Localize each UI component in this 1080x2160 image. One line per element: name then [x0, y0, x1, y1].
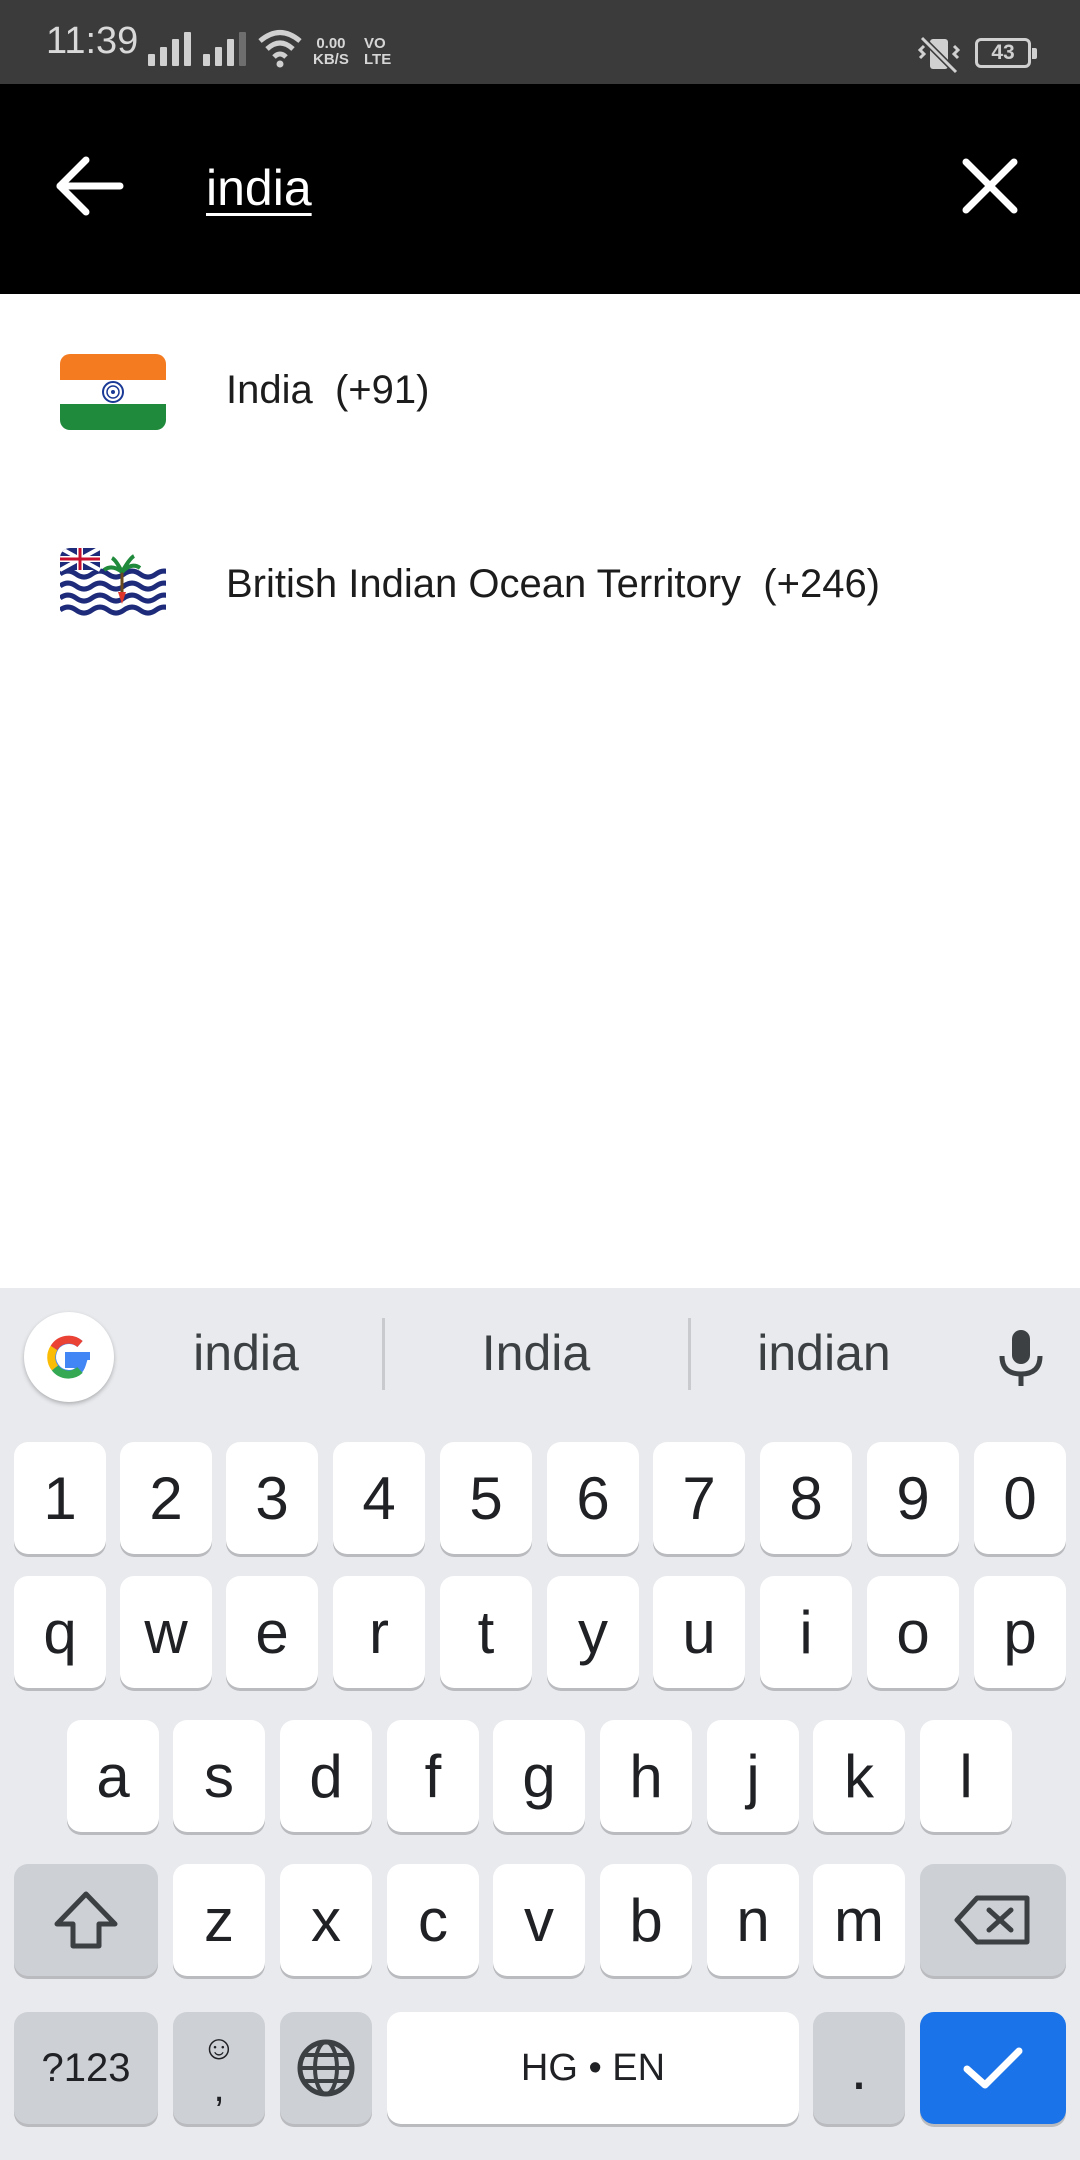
status-time: 11:39 — [46, 20, 139, 62]
suggestion-divider — [382, 1318, 385, 1390]
network-speed-value: 0.00 — [316, 35, 346, 52]
biot-flag-icon — [60, 548, 166, 624]
language-key[interactable] — [280, 2012, 372, 2124]
key-n[interactable]: n — [707, 1864, 799, 1976]
country-name: India (+91) — [226, 368, 430, 412]
volte-top-label: VO — [364, 35, 386, 52]
clear-search-button[interactable] — [950, 146, 1030, 226]
country-item-biot[interactable]: British Indian Ocean Territory (+246) — [0, 488, 1080, 682]
space-key[interactable]: HG • EN — [387, 2012, 799, 2124]
network-speed-unit: KB/S — [313, 51, 349, 68]
google-icon[interactable] — [24, 1312, 114, 1402]
suggestion-2[interactable]: India — [406, 1324, 666, 1382]
key-8[interactable]: 8 — [760, 1442, 852, 1554]
suggestion-1[interactable]: india — [116, 1324, 376, 1382]
country-name: British Indian Ocean Territory (+246) — [226, 562, 881, 606]
key-5[interactable]: 5 — [440, 1442, 532, 1554]
backspace-icon — [954, 1895, 1030, 1945]
on-screen-keyboard: india India indian 1 2 3 4 5 6 7 8 9 0 q… — [0, 1288, 1080, 2160]
key-c[interactable]: c — [387, 1864, 479, 1976]
key-j[interactable]: j — [707, 1720, 799, 1832]
shift-key[interactable] — [14, 1864, 158, 1976]
vibrate-icon — [916, 34, 962, 79]
key-s[interactable]: s — [173, 1720, 265, 1832]
key-y[interactable]: y — [547, 1576, 639, 1688]
key-q[interactable]: q — [14, 1576, 106, 1688]
key-m[interactable]: m — [813, 1864, 905, 1976]
key-a[interactable]: a — [67, 1720, 159, 1832]
key-l[interactable]: l — [920, 1720, 1012, 1832]
country-result-list: India (+91) British Indian Ocean Territo… — [0, 294, 1080, 682]
key-x[interactable]: x — [280, 1864, 372, 1976]
microphone-icon[interactable] — [990, 1324, 1052, 1399]
key-d[interactable]: d — [280, 1720, 372, 1832]
key-u[interactable]: u — [653, 1576, 745, 1688]
key-w[interactable]: w — [120, 1576, 212, 1688]
status-bar: 11:39 0.00 KB/S VO LTE 43 — [0, 0, 1080, 84]
key-t[interactable]: t — [440, 1576, 532, 1688]
key-7[interactable]: 7 — [653, 1442, 745, 1554]
done-key[interactable] — [920, 2012, 1066, 2124]
suggestion-bar: india India indian — [0, 1288, 1080, 1428]
comma-label: , — [213, 2066, 225, 2110]
key-2[interactable]: 2 — [120, 1442, 212, 1554]
volte-indicator: VO LTE — [364, 36, 391, 68]
comma-key[interactable]: ☺ , — [173, 2012, 265, 2124]
globe-icon — [297, 2039, 355, 2097]
emoji-icon: ☺ — [201, 2029, 237, 2067]
signal-icon — [203, 30, 246, 66]
network-speed: 0.00 KB/S — [313, 36, 349, 68]
suggestion-divider — [688, 1318, 691, 1390]
checkmark-icon — [963, 2047, 1023, 2089]
period-key[interactable]: . — [813, 2012, 905, 2124]
key-f[interactable]: f — [387, 1720, 479, 1832]
key-r[interactable]: r — [333, 1576, 425, 1688]
india-flag-icon — [60, 354, 166, 430]
key-3[interactable]: 3 — [226, 1442, 318, 1554]
key-0[interactable]: 0 — [974, 1442, 1066, 1554]
key-i[interactable]: i — [760, 1576, 852, 1688]
wifi-icon — [258, 28, 302, 73]
key-6[interactable]: 6 — [547, 1442, 639, 1554]
key-1[interactable]: 1 — [14, 1442, 106, 1554]
backspace-key[interactable] — [920, 1864, 1066, 1976]
close-icon — [962, 158, 1018, 214]
back-button[interactable] — [50, 146, 130, 226]
search-input[interactable] — [206, 150, 936, 226]
key-9[interactable]: 9 — [867, 1442, 959, 1554]
suggestion-3[interactable]: indian — [694, 1324, 954, 1382]
search-header — [0, 84, 1080, 294]
key-g[interactable]: g — [493, 1720, 585, 1832]
volte-bottom-label: LTE — [364, 51, 392, 68]
key-p[interactable]: p — [974, 1576, 1066, 1688]
shift-arrow-icon — [54, 1891, 118, 1949]
key-o[interactable]: o — [867, 1576, 959, 1688]
key-v[interactable]: v — [493, 1864, 585, 1976]
key-h[interactable]: h — [600, 1720, 692, 1832]
key-4[interactable]: 4 — [333, 1442, 425, 1554]
arrow-left-icon — [56, 156, 124, 216]
key-e[interactable]: e — [226, 1576, 318, 1688]
key-z[interactable]: z — [173, 1864, 265, 1976]
symbols-key[interactable]: ?123 — [14, 2012, 158, 2124]
key-b[interactable]: b — [600, 1864, 692, 1976]
country-item-india[interactable]: India (+91) — [0, 294, 1080, 488]
signal-icon — [148, 30, 191, 66]
battery-icon: 43 — [975, 38, 1037, 68]
key-k[interactable]: k — [813, 1720, 905, 1832]
